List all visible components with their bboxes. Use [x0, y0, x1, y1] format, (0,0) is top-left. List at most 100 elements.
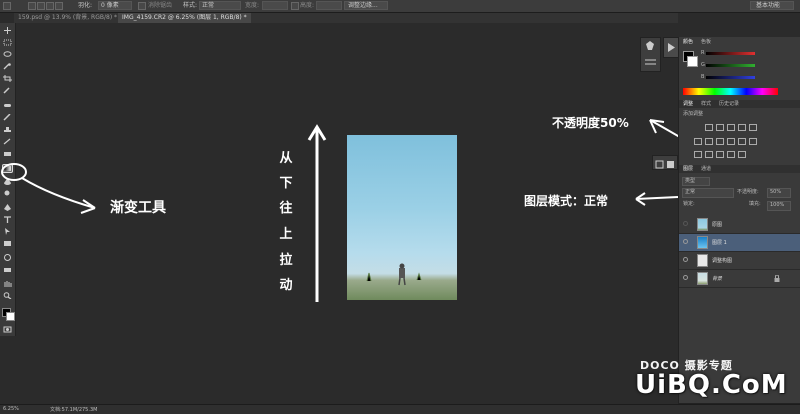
black-white-adjust-icon[interactable] — [716, 138, 724, 145]
vertical-char-2: 下 — [279, 176, 293, 191]
green-slider[interactable] — [706, 64, 755, 67]
bg-color-chip[interactable] — [687, 56, 698, 67]
height-input[interactable] — [316, 1, 342, 10]
lock-label: 锁定: — [683, 201, 695, 207]
visibility-eye-icon[interactable] — [683, 275, 688, 280]
doc-tab-159[interactable]: 159.psd @ 13.9% (背景, RGB/8) * — [14, 13, 121, 23]
tab-color[interactable]: 颜色 — [683, 39, 693, 46]
selective-color-adjust-icon[interactable] — [738, 151, 746, 158]
add-selection-icon[interactable] — [37, 2, 45, 10]
vertical-char-4: 上 — [279, 227, 293, 242]
blue-slider[interactable] — [706, 76, 755, 79]
height-label: 高度: — [300, 2, 315, 9]
layer-thumbnail — [697, 254, 708, 267]
style-value: 正常 — [202, 2, 215, 9]
layer-row[interactable]: 原图 — [679, 216, 800, 234]
levels-adjust-icon[interactable] — [716, 124, 724, 131]
workspace-button[interactable]: 基本功能 — [750, 1, 794, 10]
marquee-tool-icon[interactable] — [3, 2, 11, 10]
workspace-label: 基本功能 — [756, 2, 781, 9]
posterize-adjust-icon[interactable] — [705, 151, 713, 158]
fill-label: 填充: — [749, 201, 761, 207]
history-brush-icon[interactable] — [3, 138, 12, 145]
red-slider[interactable] — [706, 52, 755, 55]
move-tool-icon[interactable] — [3, 27, 12, 34]
exposure-adjust-icon[interactable] — [738, 124, 746, 131]
layer-filter-select[interactable]: 类型 — [682, 177, 710, 186]
layer-name: 原图 — [712, 222, 723, 228]
hue-saturation-adjust-icon[interactable] — [694, 138, 702, 145]
opacity-label: 不透明度: — [737, 189, 759, 195]
antialias-checkbox[interactable] — [138, 2, 146, 10]
clone-stamp-icon[interactable] — [3, 126, 12, 133]
threshold-adjust-icon[interactable] — [716, 151, 724, 158]
intersect-selection-icon[interactable] — [55, 2, 63, 10]
opacity-input[interactable]: 50% — [767, 188, 791, 198]
layer-name: 图层 1 — [712, 240, 727, 246]
3d-rotate-icon[interactable] — [3, 254, 12, 261]
history-mini-icon — [645, 41, 656, 65]
zoom-level[interactable]: 6.25% — [3, 406, 19, 412]
zoom-tool-icon[interactable] — [3, 292, 12, 299]
canvas-image[interactable] — [347, 135, 457, 300]
style-label: 样式: — [183, 2, 198, 9]
quick-mask-icon[interactable] — [3, 326, 12, 333]
tab-history[interactable]: 历史记录 — [719, 101, 739, 108]
layer-name: 调整构图 — [712, 258, 733, 264]
photo-filter-adjust-icon[interactable] — [727, 138, 735, 145]
tab-adjustments[interactable]: 调整 — [683, 101, 693, 108]
width-input[interactable] — [262, 1, 288, 10]
play-action-button[interactable] — [663, 37, 679, 58]
layer-thumbnail — [697, 272, 708, 285]
doc-tab-img4159[interactable]: IMG_4159.CR2 @ 6.25% (图层 1, RGB/8) * — [118, 13, 251, 23]
background-color-swatch[interactable] — [6, 312, 15, 321]
healing-brush-icon[interactable] — [3, 102, 12, 109]
collapsed-panel-icons[interactable] — [652, 155, 678, 170]
vertical-char-3: 往 — [279, 201, 293, 216]
brush-icon[interactable] — [3, 114, 12, 121]
blend-mode-select[interactable]: 正常 — [682, 188, 734, 198]
layer-row-selected[interactable]: 图层 1 — [679, 234, 800, 252]
visibility-eye-icon[interactable] — [683, 221, 688, 226]
path-select-icon[interactable] — [3, 228, 12, 235]
swap-dimensions-icon[interactable] — [291, 2, 299, 10]
curves-adjust-icon[interactable] — [727, 124, 735, 131]
quick-select-icon[interactable] — [3, 63, 12, 70]
tab-layers[interactable]: 图层 — [683, 166, 693, 173]
visibility-eye-icon[interactable] — [683, 239, 688, 244]
3d-camera-icon[interactable] — [3, 266, 12, 273]
rect-marquee-icon[interactable] — [3, 39, 12, 46]
shape-tool-icon[interactable] — [3, 240, 12, 247]
history-mini-panel[interactable] — [640, 37, 661, 72]
brightness-adjust-icon[interactable] — [705, 124, 713, 131]
layer-row[interactable]: 背景 — [679, 270, 800, 288]
layers-panel-header — [679, 165, 800, 173]
color-lookup-adjust-icon[interactable] — [749, 138, 757, 145]
tab-channels[interactable]: 通道 — [701, 166, 711, 173]
gradient-map-adjust-icon[interactable] — [727, 151, 735, 158]
new-selection-icon[interactable] — [28, 2, 36, 10]
color-ramp[interactable] — [683, 88, 778, 95]
layer-row[interactable]: 调整构图 — [679, 252, 800, 270]
doc-tab-label: IMG_4159.CR2 @ 6.25% (图层 1, RGB/8) * — [122, 14, 247, 21]
drag-up-arrow — [307, 124, 327, 302]
tab-styles[interactable]: 样式 — [701, 101, 711, 108]
play-icon — [668, 43, 675, 52]
subtract-selection-icon[interactable] — [46, 2, 54, 10]
color-balance-adjust-icon[interactable] — [705, 138, 713, 145]
refine-edge-button[interactable]: 调整边缘... — [344, 1, 388, 10]
eyedropper-icon[interactable] — [3, 87, 12, 94]
feather-input[interactable]: 0 像素 — [98, 1, 132, 10]
channel-mixer-adjust-icon[interactable] — [738, 138, 746, 145]
vertical-char-1: 从 — [279, 151, 293, 166]
style-select[interactable]: 正常 — [199, 1, 241, 10]
visibility-eye-icon[interactable] — [683, 257, 688, 262]
gradient-tool-note: 渐变工具 — [110, 200, 166, 216]
vibrance-adjust-icon[interactable] — [749, 124, 757, 131]
invert-adjust-icon[interactable] — [694, 151, 702, 158]
tab-swatches[interactable]: 色板 — [701, 39, 711, 46]
fill-input[interactable]: 100% — [767, 201, 791, 211]
hand-tool-icon[interactable] — [3, 280, 12, 287]
crop-icon[interactable] — [3, 75, 12, 82]
lasso-icon[interactable] — [3, 51, 12, 58]
